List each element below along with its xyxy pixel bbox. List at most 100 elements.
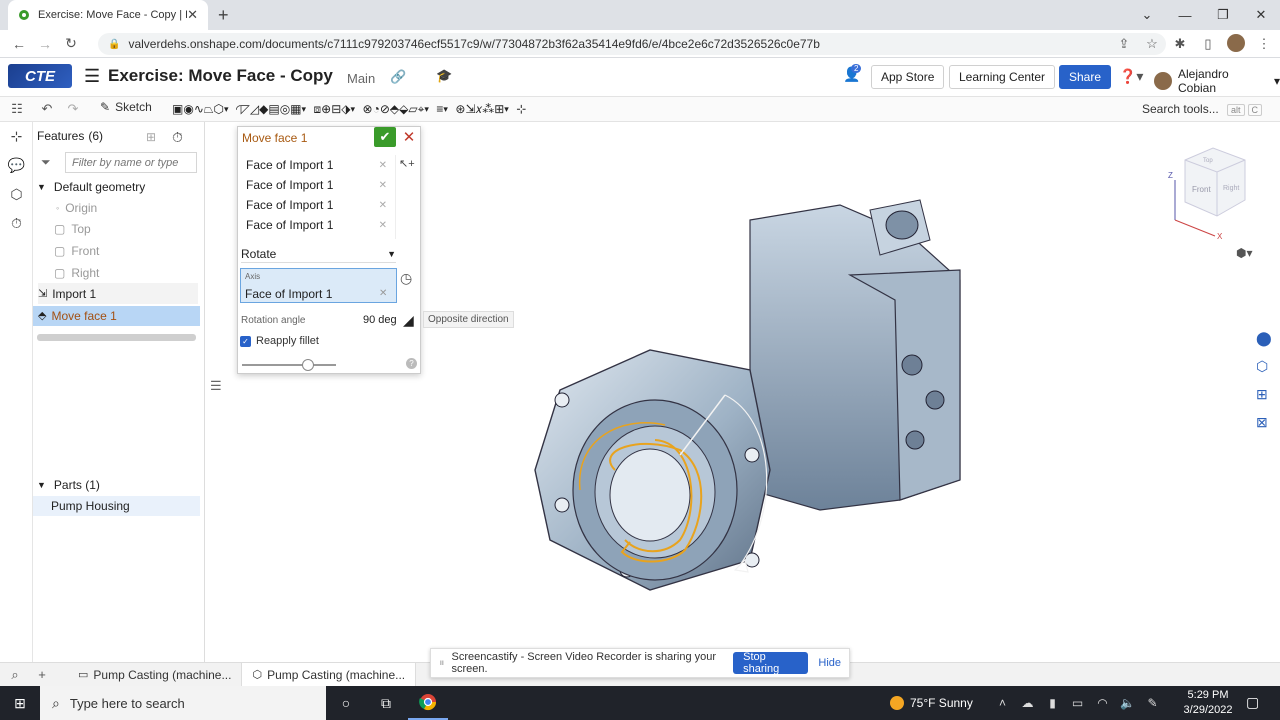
remove-icon[interactable]: ✕ — [379, 220, 387, 231]
face-selection-item[interactable]: Face of Import 1 ✕ — [240, 155, 395, 175]
taskbar-search[interactable]: ⌕ Type here to search — [40, 686, 326, 720]
hide-banner-button[interactable]: Hide — [818, 657, 841, 669]
view-options-icon[interactable]: ⬢▾ — [1236, 246, 1253, 260]
add-tab-icon[interactable]: + — [30, 667, 54, 682]
axis-history-icon[interactable]: ◷ — [400, 270, 412, 287]
browser-tab[interactable]: Exercise: Move Face - Copy | Pum ✕ — [8, 0, 208, 30]
taskbar-clock[interactable]: 5:29 PM 3/29/2022 — [1176, 688, 1240, 718]
cte-logo[interactable]: CTE — [8, 64, 72, 88]
tree-item-origin[interactable]: ◦ Origin — [56, 197, 97, 218]
rib-icon[interactable]: ◆ — [259, 102, 268, 116]
bookmark-star-icon[interactable]: ☆ — [1138, 36, 1166, 52]
chrome-taskbar-icon[interactable] — [408, 686, 448, 720]
modify-fillet-icon[interactable]: ◔ — [373, 102, 380, 116]
helix-icon[interactable]: ⊛ — [455, 102, 465, 116]
default-geometry-row[interactable]: ▼ Default geometry — [37, 176, 145, 197]
minimize-icon[interactable]: — — [1166, 8, 1204, 23]
sketch-button[interactable]: ✎ Sketch — [100, 100, 152, 114]
variable-icon[interactable]: 𝑥 — [476, 102, 483, 117]
extensions-icon[interactable]: ✱ — [1166, 36, 1194, 52]
tab-pump-casting-drawing[interactable]: ▭ Pump Casting (machine... — [68, 662, 243, 687]
parts-header[interactable]: ▼ Parts (1) — [37, 478, 100, 492]
comments-icon[interactable]: 💬 — [0, 151, 33, 180]
mirror-icon[interactable]: ⧈ — [314, 102, 322, 117]
hamburger-menu-icon[interactable]: ☰ — [84, 66, 100, 87]
volume-icon[interactable]: 🔈 — [1115, 696, 1140, 710]
window-close-icon[interactable]: ✕ — [1242, 7, 1280, 23]
confirm-check-icon[interactable]: ✔ — [374, 127, 396, 147]
tree-item-top[interactable]: ▢ Top — [54, 218, 91, 239]
sidepanel-icon[interactable]: ▯ — [1194, 36, 1222, 52]
tab-search-icon[interactable]: ⌄ — [1128, 7, 1166, 23]
view-cube[interactable]: Top Front Right Z X — [1165, 140, 1255, 240]
custom-features-icon[interactable]: ⁂ — [482, 102, 494, 116]
face-selection-item[interactable]: Face of Import 1 ✕ — [240, 195, 395, 215]
history-icon[interactable]: ⏱ — [0, 209, 33, 238]
cube-top-label[interactable]: Top — [1203, 158, 1213, 164]
delete-face-icon[interactable]: ⊘ — [380, 102, 390, 116]
split-icon[interactable]: ⊟ — [331, 102, 341, 116]
tray-chevron-icon[interactable]: ˄ — [990, 696, 1015, 710]
appearance-icon[interactable]: ⬤ — [1256, 330, 1280, 358]
share-page-icon[interactable]: ⇪ — [1110, 36, 1138, 52]
face-selection-item[interactable]: Face of Import 1 ✕ — [240, 215, 395, 235]
tab-close-icon[interactable]: ✕ — [187, 7, 198, 23]
mate-connector-icon[interactable]: ⌖ — [418, 102, 425, 117]
import-icon[interactable]: ⇲ — [465, 102, 475, 116]
checkbox-checked-icon[interactable]: ✓ — [240, 335, 251, 347]
drag-handle-icon[interactable]: ⏸ — [439, 657, 445, 670]
feature-filter-input[interactable] — [65, 152, 197, 173]
maximize-icon[interactable]: ❐ — [1204, 7, 1242, 23]
remove-icon[interactable]: ✕ — [379, 200, 387, 211]
expand-chevron-icon[interactable]: ▼ — [37, 182, 46, 192]
pen-icon[interactable]: ✎ — [1140, 696, 1165, 710]
part-row[interactable]: Pump Housing — [33, 496, 200, 516]
battery-icon[interactable]: ▭ — [1065, 696, 1090, 710]
tree-item-import[interactable]: ⇲ Import 1 — [38, 283, 198, 304]
replace-face-icon[interactable]: ⬙ — [399, 102, 408, 116]
windows-start-icon[interactable]: ⊞ — [0, 686, 40, 720]
dropdown-icon[interactable]: ▾ — [302, 104, 314, 115]
extrude-icon[interactable]: ▣ — [172, 102, 183, 116]
graduation-cap-icon[interactable]: 🎓 — [436, 68, 452, 84]
onedrive-icon[interactable]: ☁ — [1015, 696, 1040, 710]
tab-search-icon[interactable]: ⌕ — [0, 667, 30, 683]
list-tools-icon[interactable]: ≡ — [436, 102, 443, 116]
tab-pump-casting-part-studio[interactable]: ⬡ Pump Casting (machine... — [242, 662, 417, 687]
sheet-metal-icon[interactable]: ⊞ — [494, 102, 504, 116]
feature-list-icon[interactable]: ☰ — [210, 378, 222, 394]
transform-icon[interactable]: ⬗ — [341, 102, 350, 116]
measure-icon[interactable]: ⊠ — [1256, 414, 1280, 442]
move-type-select[interactable]: Rotate ▼ — [241, 245, 396, 263]
cancel-close-icon[interactable]: ✕ — [401, 127, 417, 147]
rollback-bar[interactable] — [37, 334, 196, 341]
forward-icon[interactable]: → — [32, 36, 58, 52]
draft-icon[interactable]: ◿ — [250, 102, 259, 116]
dropdown-icon[interactable]: ▾ — [443, 104, 455, 115]
document-title[interactable]: Exercise: Move Face - Copy — [108, 66, 333, 86]
cortana-icon[interactable]: ○ — [326, 686, 366, 720]
loft-icon[interactable]: ⏢ — [204, 102, 214, 117]
browser-menu-icon[interactable]: ⋮ — [1250, 36, 1278, 52]
pump-housing-model[interactable] — [520, 180, 980, 600]
sweep-icon[interactable]: ∿ — [194, 102, 204, 116]
undo-icon[interactable]: ↶ — [34, 99, 60, 119]
usb-icon[interactable]: ▮ — [1040, 696, 1065, 710]
hole-icon[interactable]: ◎ — [280, 102, 290, 116]
learning-center-button[interactable]: Learning Center — [949, 65, 1056, 89]
remove-icon[interactable]: ✕ — [379, 160, 387, 171]
revolve-icon[interactable]: ◉ — [183, 102, 193, 116]
rotation-angle-input[interactable]: 90 deg — [363, 314, 397, 326]
notifications-icon[interactable]: 👤 2 — [843, 64, 862, 83]
dialog-help-icon[interactable]: ? — [406, 358, 417, 369]
plane-icon[interactable]: ▱ — [408, 102, 417, 116]
redo-icon[interactable]: ↷ — [60, 99, 86, 119]
move-face-icon[interactable]: ⬘ — [390, 102, 399, 116]
back-icon[interactable]: ← — [6, 36, 32, 52]
dropdown-icon[interactable]: ▾ — [424, 104, 436, 115]
delete-part-icon[interactable]: ⊗ — [363, 102, 373, 116]
user-menu[interactable]: Alejandro Cobian ▾ — [1154, 67, 1280, 95]
boolean-icon[interactable]: ⊕ — [321, 102, 331, 116]
add-custom-feature-icon[interactable]: ⊹ — [516, 102, 526, 116]
dropdown-icon[interactable]: ▾ — [504, 104, 516, 115]
